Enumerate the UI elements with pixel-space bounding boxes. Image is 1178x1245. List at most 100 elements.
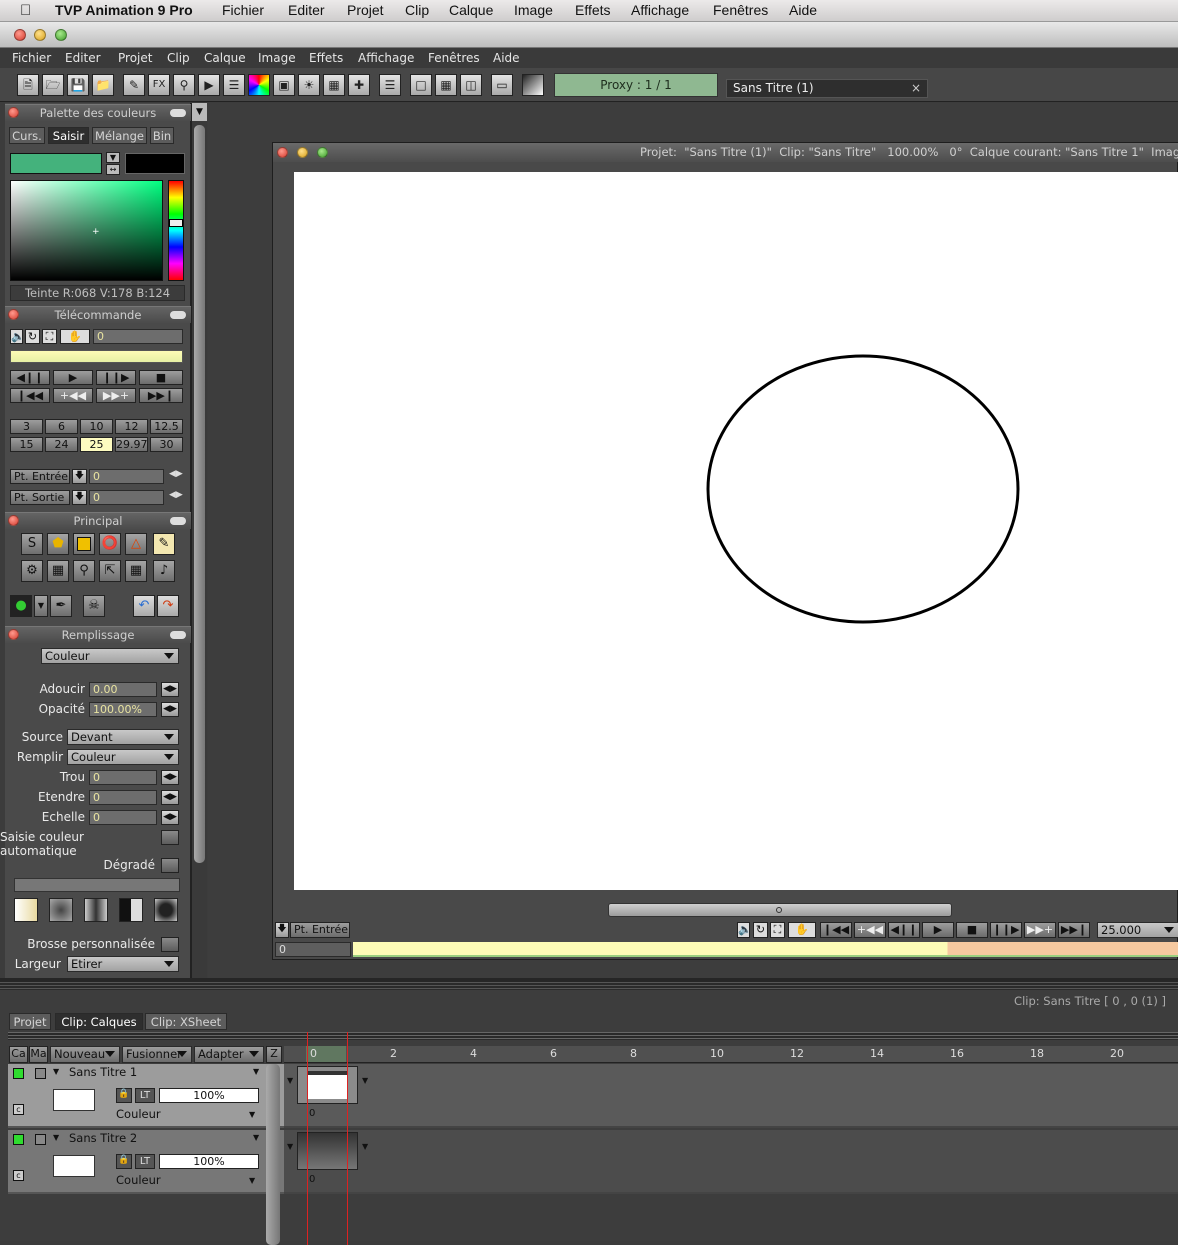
selection-tool-icon[interactable]: ▦	[47, 560, 69, 582]
down-arrow-icon[interactable]: 🡇	[72, 490, 87, 505]
rewind-button[interactable]: +◀◀	[53, 388, 93, 403]
principal-header[interactable]: Principal	[5, 512, 191, 529]
stack-icon[interactable]: ☰	[379, 74, 401, 96]
layer-name[interactable]: Sans Titre 2	[69, 1131, 137, 1145]
trou-field[interactable]: 0	[89, 770, 157, 785]
lighttable-button[interactable]: LT	[135, 1154, 155, 1169]
in-point-label[interactable]: Pt. Entrée	[10, 469, 70, 484]
play-button[interactable]: ▶	[53, 370, 93, 385]
col-header-z[interactable]: Z	[266, 1046, 282, 1063]
layer-opacity-field[interactable]: 100%	[159, 1154, 259, 1169]
undo-icon[interactable]: ↶	[133, 595, 155, 617]
brush-checkbox[interactable]	[161, 937, 179, 952]
timeline-scroll-thumb[interactable]	[266, 1064, 280, 1245]
first-frame-button[interactable]: ❙◀◀	[820, 922, 852, 938]
close-panel-icon[interactable]	[8, 309, 19, 320]
stepper-icon[interactable]: ◀▶	[169, 469, 183, 479]
menu-clip[interactable]: Clip	[167, 51, 190, 65]
collapse-icon[interactable]	[170, 311, 186, 319]
doc-in-point-button[interactable]: Pt. Entrée	[290, 922, 350, 938]
open-folder-icon[interactable]: 🗁	[42, 74, 64, 96]
layer-mask-checkbox[interactable]	[35, 1134, 46, 1145]
close-window-button[interactable]	[14, 29, 26, 41]
remplir-select[interactable]: Couleur	[67, 749, 179, 765]
layer-menu-icon[interactable]: ▼	[253, 1133, 259, 1142]
stepper-icon[interactable]: ◀▶	[161, 790, 179, 805]
tab-melange[interactable]: Mélange	[92, 127, 147, 144]
mac-menu-projet[interactable]: Projet	[347, 2, 384, 18]
next-frame-button[interactable]: ❙❙▶	[96, 370, 136, 385]
gradient-linear-icon[interactable]	[14, 898, 38, 922]
close-panel-icon[interactable]	[8, 515, 19, 526]
fps-button[interactable]: 30	[150, 437, 183, 452]
echelle-field[interactable]: 0	[89, 810, 157, 825]
mac-menu-clip[interactable]: Clip	[405, 2, 429, 18]
monitor-icon[interactable]: ▭	[491, 74, 513, 96]
layout-icon[interactable]: ◫	[460, 74, 482, 96]
save-icon[interactable]: 💾	[67, 74, 89, 96]
fill-header[interactable]: Remplissage	[5, 626, 191, 643]
track-menu-icon[interactable]: ▼	[287, 1142, 293, 1151]
fps-select[interactable]: 25.000	[1097, 922, 1178, 938]
sound-icon[interactable]: 🔈	[737, 922, 752, 938]
scroll-up-icon[interactable]: ▼	[192, 103, 207, 121]
layer-mask-checkbox[interactable]	[35, 1068, 46, 1079]
freehand-tool-icon[interactable]: S	[21, 533, 43, 555]
track-end-icon[interactable]: ▼	[362, 1142, 368, 1151]
document-tab[interactable]: Sans Titre (1) ×	[726, 79, 928, 98]
down-arrow-icon[interactable]: 🡇	[275, 922, 289, 938]
layer-c-button[interactable]: c	[13, 1104, 24, 1115]
nouveau-select[interactable]: Nouveau	[50, 1046, 120, 1063]
largeur-select[interactable]: Etirer	[67, 956, 179, 972]
in-point-field[interactable]: 0	[89, 469, 164, 484]
layer-opacity-field[interactable]: 100%	[159, 1088, 259, 1103]
fast-forward-button[interactable]: ▶▶+	[96, 388, 136, 403]
zoom-window-button[interactable]	[55, 29, 67, 41]
layer-visibility-checkbox[interactable]	[13, 1068, 24, 1079]
fps-button[interactable]: 10	[80, 419, 113, 434]
stepper-icon[interactable]: ◀▶	[161, 810, 179, 825]
panel-grip[interactable]	[0, 982, 1178, 990]
hue-slider-handle[interactable]	[169, 219, 183, 227]
collapse-icon[interactable]	[170, 517, 186, 525]
color-wheel-icon[interactable]	[248, 74, 270, 96]
first-frame-button[interactable]: ❙◀◀	[10, 388, 50, 403]
rewind-button[interactable]: +◀◀	[854, 922, 886, 938]
prev-frame-button[interactable]: ◀❙❙	[10, 370, 50, 385]
layer-thumbnail[interactable]	[53, 1155, 95, 1177]
menu-calque[interactable]: Calque	[204, 51, 246, 65]
col-header-ma[interactable]: Ma	[29, 1046, 48, 1063]
loop-icon[interactable]: ↻	[25, 329, 40, 344]
grid-icon[interactable]: ▦	[323, 74, 345, 96]
gradient-mirror-icon[interactable]	[84, 898, 108, 922]
tab-bin[interactable]: Bin	[150, 127, 174, 144]
menu-affichage[interactable]: Affichage	[358, 51, 414, 65]
fps-button[interactable]: 12.5	[150, 419, 183, 434]
mac-menu-affichage[interactable]: Affichage	[631, 2, 689, 18]
expand-icon[interactable]: ▼	[53, 1133, 59, 1142]
tab-curs[interactable]: Curs.	[9, 127, 45, 144]
secondary-color-swatch[interactable]	[125, 153, 185, 174]
stop-button[interactable]: ■	[956, 922, 988, 938]
fx-icon[interactable]: FX	[148, 74, 170, 96]
auto-color-checkbox[interactable]	[161, 830, 179, 845]
layer-name[interactable]: Sans Titre 1	[69, 1065, 137, 1079]
fast-forward-button[interactable]: ▶▶+	[1024, 922, 1056, 938]
close-panel-icon[interactable]	[8, 629, 19, 640]
remote-timeline-bar[interactable]	[10, 350, 183, 363]
minimize-doc-button[interactable]	[297, 147, 308, 158]
frame-icon[interactable]: □	[410, 74, 432, 96]
mac-menu-image[interactable]: Image	[514, 2, 553, 18]
mac-menu-effets[interactable]: Effets	[575, 2, 611, 18]
rectangle-tool-icon[interactable]	[73, 533, 95, 555]
folder-icon[interactable]: 📁	[92, 74, 114, 96]
tab-saisir[interactable]: Saisir	[48, 127, 89, 144]
mac-menu-aide[interactable]: Aide	[789, 2, 817, 18]
mac-menu-fichier[interactable]: Fichier	[222, 2, 264, 18]
brush-icon[interactable]: ✎	[123, 74, 145, 96]
in-marker-line[interactable]	[307, 1032, 308, 1245]
fill-tool-icon[interactable]: ✎	[153, 533, 175, 555]
fps-button[interactable]: 6	[45, 419, 78, 434]
out-point-field[interactable]: 0	[89, 490, 164, 505]
stamp-tool-icon[interactable]: ♪	[153, 560, 175, 582]
